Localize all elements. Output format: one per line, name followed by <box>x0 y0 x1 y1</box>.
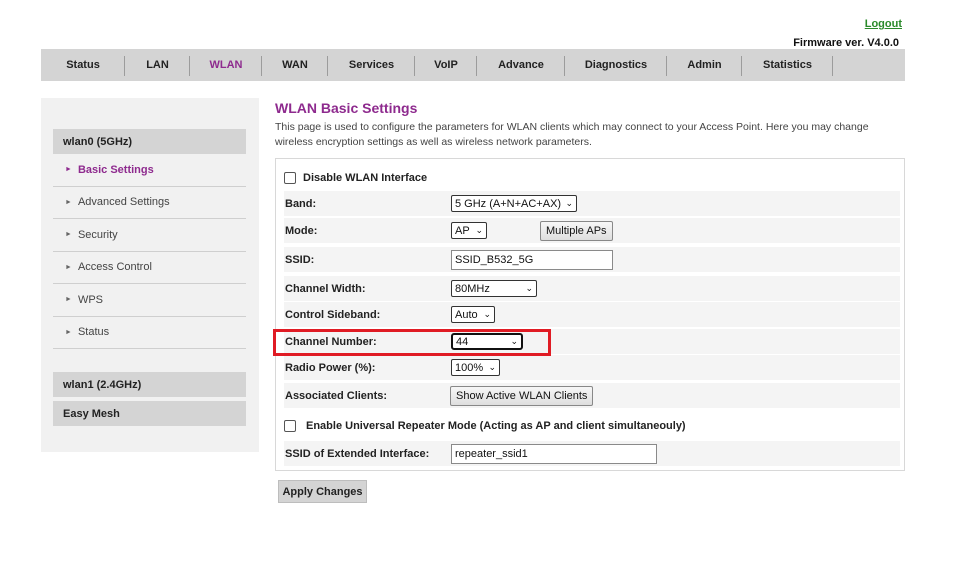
row-band: Band: 5 GHz (A+N+AC+AX) ⌄ <box>284 191 900 216</box>
band-select[interactable]: 5 GHz (A+N+AC+AX) ⌄ <box>451 195 577 212</box>
control-sideband-label: Control Sideband: <box>285 308 381 321</box>
bullet-icon: ► <box>65 296 72 304</box>
universal-repeater-checkbox[interactable] <box>284 419 296 432</box>
settings-panel: Disable WLAN Interface Band: 5 GHz (A+N+… <box>275 158 905 471</box>
bullet-icon: ► <box>65 166 72 174</box>
nav-diagnostics[interactable]: Diagnostics <box>565 49 667 81</box>
multiple-aps-button[interactable]: Multiple APs <box>540 220 613 241</box>
sidebar-item-basic-settings[interactable]: ► Basic Settings <box>53 154 246 187</box>
row-channel-width: Channel Width: 80MHz ⌄ <box>284 276 900 301</box>
nav-admin[interactable]: Admin <box>667 49 742 81</box>
bullet-icon: ► <box>65 198 72 206</box>
page-description: This page is used to configure the param… <box>275 121 869 148</box>
associated-clients-label: Associated Clients: <box>285 389 388 402</box>
sidebar-item-label: Access Control <box>77 261 152 274</box>
row-extended-ssid: SSID of Extended Interface: repeater_ssi… <box>284 441 900 466</box>
control-sideband-select[interactable]: Auto ⌄ <box>451 306 495 323</box>
channel-width-select[interactable]: 80MHz ⌄ <box>451 280 537 297</box>
show-active-clients-button[interactable]: Show Active WLAN Clients <box>450 385 594 406</box>
sidebar-item-label: Basic Settings <box>77 163 154 176</box>
radio-power-value: 100% <box>455 361 484 374</box>
nav-wan[interactable]: WAN <box>262 49 328 81</box>
chevron-down-icon: ⌄ <box>488 362 496 372</box>
mode-select[interactable]: AP ⌄ <box>451 222 487 239</box>
nav-voip[interactable]: VoIP <box>415 49 477 81</box>
page-title: WLAN Basic Settings <box>275 100 418 116</box>
mode-value: AP <box>455 224 470 237</box>
band-value: 5 GHz (A+N+AC+AX) <box>455 197 562 210</box>
bullet-icon: ► <box>65 231 72 239</box>
ssid-input[interactable]: SSID_B532_5G <box>451 249 613 270</box>
channel-width-value: 80MHz <box>455 282 490 295</box>
row-channel-number: Channel Number: 44 ⌄ <box>284 329 900 354</box>
channel-width-label: Channel Width: <box>285 282 366 295</box>
ssid-label: SSID: <box>285 253 315 266</box>
nav-statistics[interactable]: Statistics <box>742 49 833 81</box>
band-label: Band: <box>285 197 317 210</box>
sidebar-group-wlan1[interactable]: wlan1 (2.4GHz) <box>53 372 246 397</box>
sidebar-item-label: Status <box>77 326 110 339</box>
main-content: WLAN Basic Settings This page is used to… <box>275 100 905 150</box>
nav-status[interactable]: Status <box>41 49 125 81</box>
sidebar-item-label: WPS <box>77 293 103 306</box>
sidebar-item-access-control[interactable]: ► Access Control <box>53 252 246 284</box>
row-ssid: SSID: SSID_B532_5G <box>284 247 900 272</box>
nav-wlan[interactable]: WLAN <box>190 49 262 81</box>
channel-number-value: 44 <box>456 335 469 348</box>
channel-number-label: Channel Number: <box>285 335 377 348</box>
bullet-icon: ► <box>65 328 72 336</box>
sidebar-item-wps[interactable]: ► WPS <box>53 284 246 317</box>
chevron-down-icon: ⌄ <box>483 309 491 319</box>
mode-label: Mode: <box>285 224 318 237</box>
row-associated-clients: Associated Clients: Show Active WLAN Cli… <box>284 383 900 408</box>
radio-power-select[interactable]: 100% ⌄ <box>451 359 500 376</box>
disable-wlan-checkbox[interactable] <box>284 171 296 184</box>
chevron-down-icon: ⌄ <box>510 336 518 346</box>
nav-lan[interactable]: LAN <box>125 49 190 81</box>
sidebar: wlan0 (5GHz) ► Basic Settings ► Advanced… <box>41 98 259 452</box>
sidebar-item-label: Security <box>77 228 118 241</box>
top-header: Logout Firmware ver. V4.0.0 <box>0 0 977 50</box>
firmware-version: Firmware ver. V4.0.0 <box>793 37 899 49</box>
nav-services[interactable]: Services <box>328 49 415 81</box>
row-universal-repeater: Enable Universal Repeater Mode (Acting a… <box>284 413 900 438</box>
extended-ssid-label: SSID of Extended Interface: <box>285 447 430 460</box>
universal-repeater-label: Enable Universal Repeater Mode (Acting a… <box>306 419 686 432</box>
sidebar-list: ► Basic Settings ► Advanced Settings ► S… <box>53 154 246 349</box>
apply-changes-button[interactable]: Apply Changes <box>278 480 367 503</box>
sidebar-item-advanced-settings[interactable]: ► Advanced Settings <box>53 187 246 219</box>
bullet-icon: ► <box>65 263 72 271</box>
row-radio-power: Radio Power (%): 100% ⌄ <box>284 355 900 380</box>
radio-power-label: Radio Power (%): <box>285 361 376 374</box>
sidebar-item-label: Advanced Settings <box>77 196 170 209</box>
chevron-down-icon: ⌄ <box>475 225 483 235</box>
nav-advance[interactable]: Advance <box>477 49 565 81</box>
logout-link[interactable]: Logout <box>865 18 902 30</box>
control-sideband-value: Auto <box>455 308 478 321</box>
disable-wlan-label: Disable WLAN Interface <box>303 171 428 184</box>
extended-ssid-input[interactable]: repeater_ssid1 <box>451 443 657 464</box>
chevron-down-icon: ⌄ <box>565 198 573 208</box>
chevron-down-icon: ⌄ <box>525 283 533 293</box>
sidebar-item-security[interactable]: ► Security <box>53 219 246 252</box>
row-control-sideband: Control Sideband: Auto ⌄ <box>284 302 900 327</box>
sidebar-item-status[interactable]: ► Status <box>53 317 246 349</box>
row-mode: Mode: AP ⌄ Multiple APs <box>284 218 900 243</box>
row-disable-wlan: Disable WLAN Interface <box>284 165 900 190</box>
sidebar-group-wlan0[interactable]: wlan0 (5GHz) <box>53 129 246 154</box>
main-nav: Status LAN WLAN WAN Services VoIP Advanc… <box>41 49 905 81</box>
sidebar-group-easy-mesh[interactable]: Easy Mesh <box>53 401 246 426</box>
channel-number-select[interactable]: 44 ⌄ <box>451 333 523 350</box>
